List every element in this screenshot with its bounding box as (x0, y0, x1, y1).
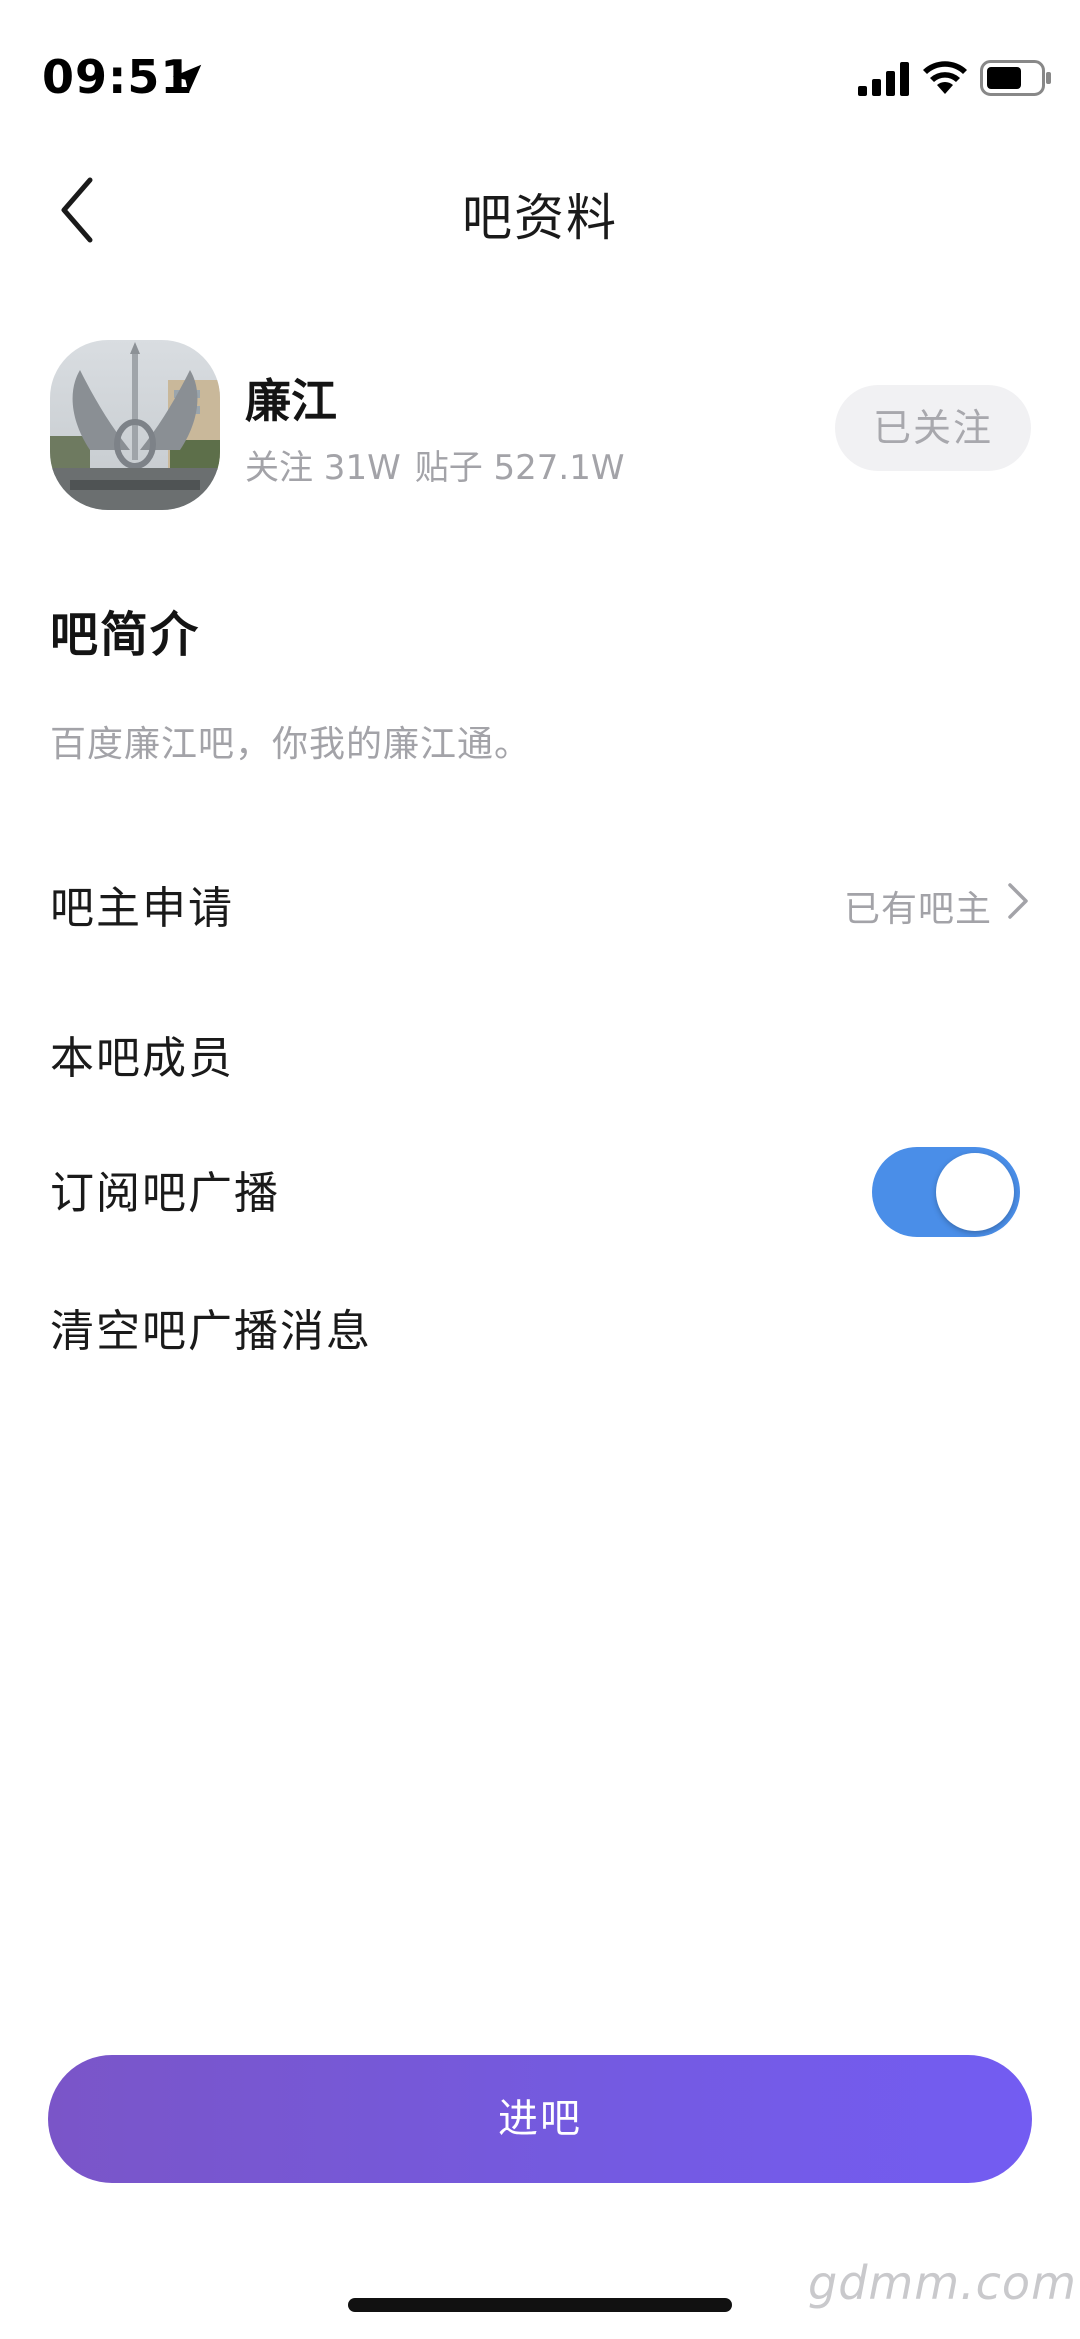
post-count: 贴子 527.1W (414, 448, 625, 488)
enter-forum-button[interactable]: 进吧 (48, 2055, 1032, 2183)
row-clear-broadcast[interactable]: 清空吧广播消息 (0, 1263, 1080, 1383)
row-subscribe-broadcast: 订阅吧广播 (0, 1125, 1080, 1245)
row-label: 本吧成员 (50, 1033, 234, 1084)
page-title: 吧资料 (462, 189, 618, 247)
location-arrow-icon (172, 64, 202, 94)
status-bar: 09:51 (0, 0, 1080, 150)
forum-avatar (50, 340, 220, 510)
row-value: 已有吧主 (843, 889, 992, 930)
intro-title: 吧简介 (50, 607, 201, 663)
row-label: 吧主申请 (50, 883, 234, 934)
forum-info-screen: 09:51 吧资料 廉江 关注 31W 贴子 527.1W 已关注 吧简介 百度… (0, 0, 1080, 2339)
toggle-knob (936, 1153, 1014, 1231)
row-label: 清空吧广播消息 (50, 1306, 372, 1357)
row-label: 订阅吧广播 (50, 1168, 280, 1219)
navigation-bar: 吧资料 (0, 150, 1080, 270)
forum-stats: 关注 31W 贴子 527.1W (245, 440, 638, 489)
home-indicator[interactable] (348, 2298, 732, 2312)
wifi-icon (923, 61, 967, 94)
row-moderator-apply[interactable]: 吧主申请 已有吧主 (0, 840, 1080, 960)
signal-icon (858, 62, 909, 96)
broadcast-toggle[interactable] (872, 1147, 1020, 1237)
forum-avatar-image (50, 340, 220, 510)
chevron-right-icon (1008, 883, 1028, 919)
followed-button[interactable]: 已关注 (835, 385, 1031, 471)
follower-count: 关注 31W (245, 448, 401, 488)
battery-icon (980, 60, 1051, 96)
forum-name: 廉江 (245, 374, 337, 428)
intro-text: 百度廉江吧，你我的廉江通。 (50, 724, 532, 765)
row-forum-members[interactable]: 本吧成员 (0, 990, 1080, 1110)
watermark: gdmm.com (808, 2256, 1077, 2310)
